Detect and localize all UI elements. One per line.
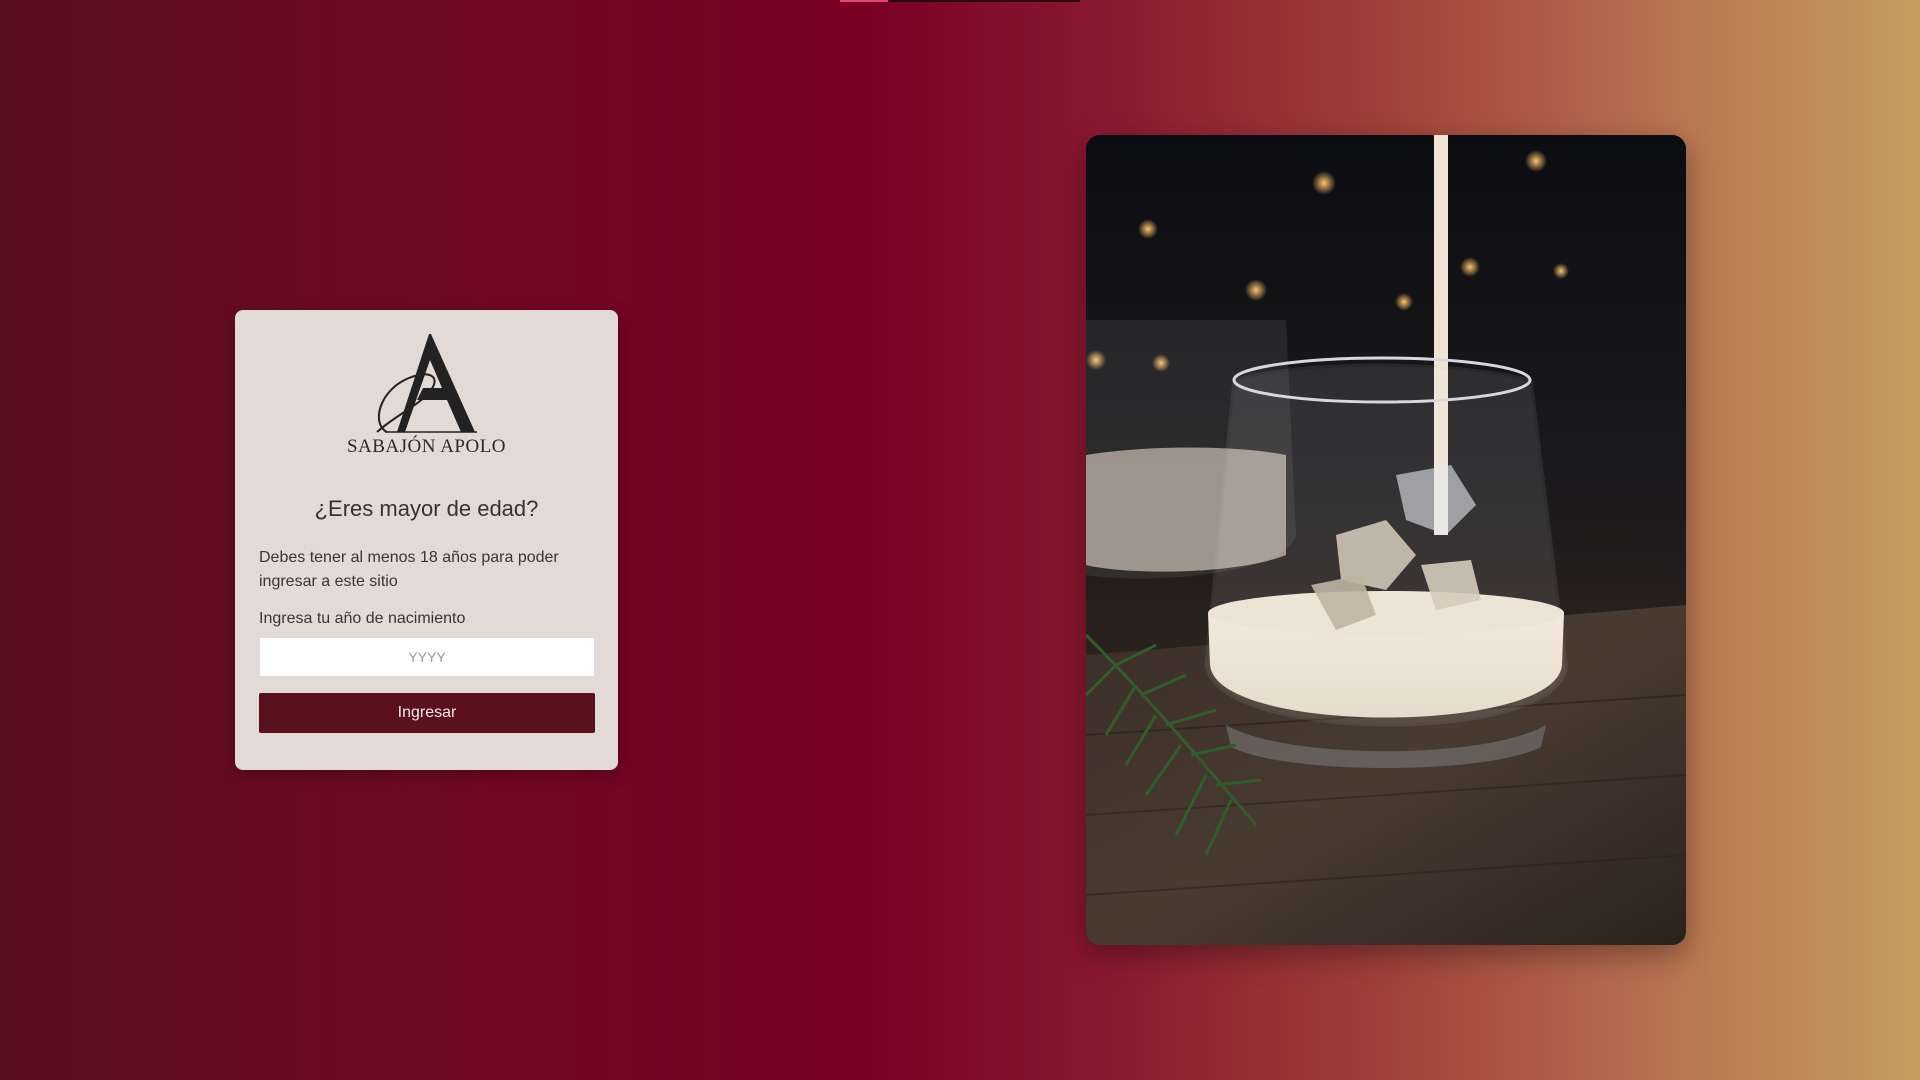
birth-year-input[interactable] <box>259 637 595 677</box>
year-input-label: Ingresa tu año de nacimiento <box>259 610 466 627</box>
brand-logo: SABAJÓN APOLO <box>259 332 594 458</box>
sabajon-glass-photo-icon <box>1086 135 1686 945</box>
top-progress-bar <box>840 0 1080 2</box>
submit-button[interactable]: Ingresar <box>259 693 595 733</box>
age-verification-card: SABAJÓN APOLO ¿Eres mayor de edad? Debes… <box>235 310 618 770</box>
top-progress-segment <box>840 0 888 2</box>
brand-name: SABAJÓN APOLO <box>346 436 507 457</box>
product-photo <box>1086 135 1686 945</box>
age-gate-description: Debes tener al menos 18 años para poder … <box>259 549 559 590</box>
age-gate-title: ¿Eres mayor de edad? <box>314 496 539 521</box>
logo-monogram-icon <box>375 334 477 433</box>
